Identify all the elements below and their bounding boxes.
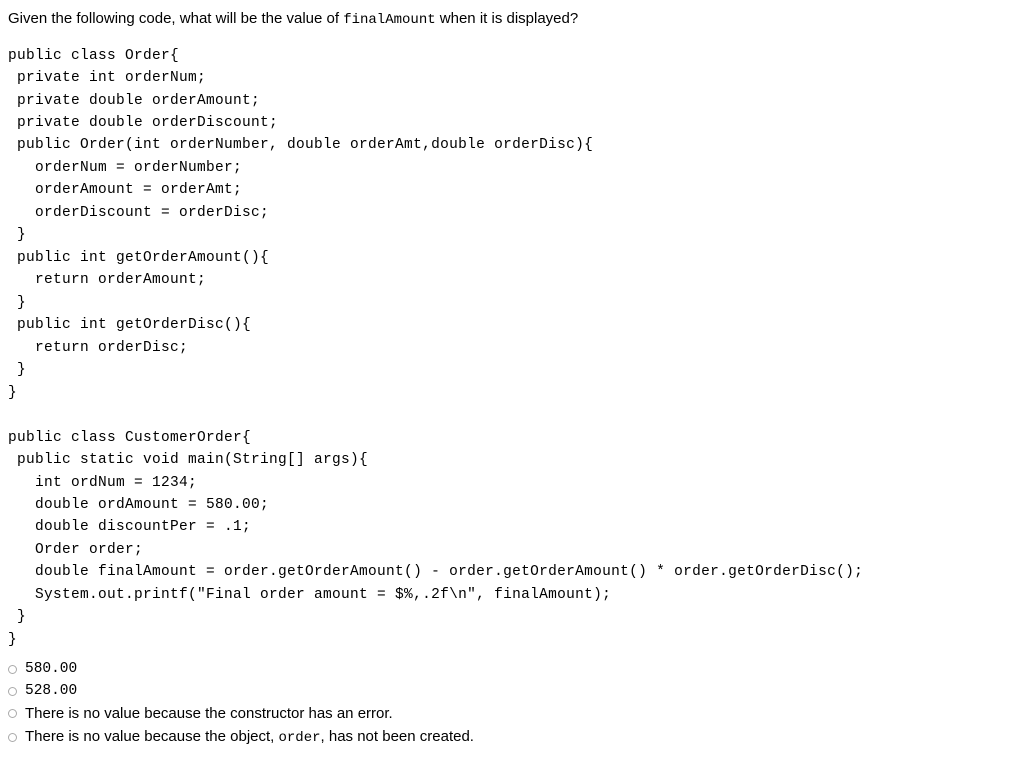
radio-icon — [8, 733, 17, 742]
question-code-word: finalAmount — [343, 12, 435, 28]
question-prompt: Given the following code, what will be t… — [8, 8, 1016, 31]
question-prefix: Given the following code, what will be t… — [8, 10, 343, 27]
answer-label: 580.00 — [25, 661, 77, 677]
answer-list: 580.00 528.00 There is no value because … — [8, 661, 1016, 746]
answer-code-word: order — [279, 730, 321, 746]
answer-suffix: , has not been created. — [321, 728, 474, 745]
answer-option[interactable]: 580.00 — [8, 661, 1016, 677]
answer-option[interactable]: There is no value because the constructo… — [8, 705, 1016, 722]
question-suffix: when it is displayed? — [436, 10, 579, 27]
answer-label: There is no value because the constructo… — [25, 705, 393, 722]
answer-prefix: There is no value because the object, — [25, 728, 279, 745]
answer-label: 528.00 — [25, 683, 77, 699]
radio-icon — [8, 665, 17, 674]
answer-option[interactable]: There is no value because the object, or… — [8, 728, 1016, 746]
radio-icon — [8, 709, 17, 718]
radio-icon — [8, 687, 17, 696]
answer-option[interactable]: 528.00 — [8, 683, 1016, 699]
answer-label: There is no value because the object, or… — [25, 728, 474, 746]
code-block: public class Order{ private int orderNum… — [8, 45, 1016, 652]
